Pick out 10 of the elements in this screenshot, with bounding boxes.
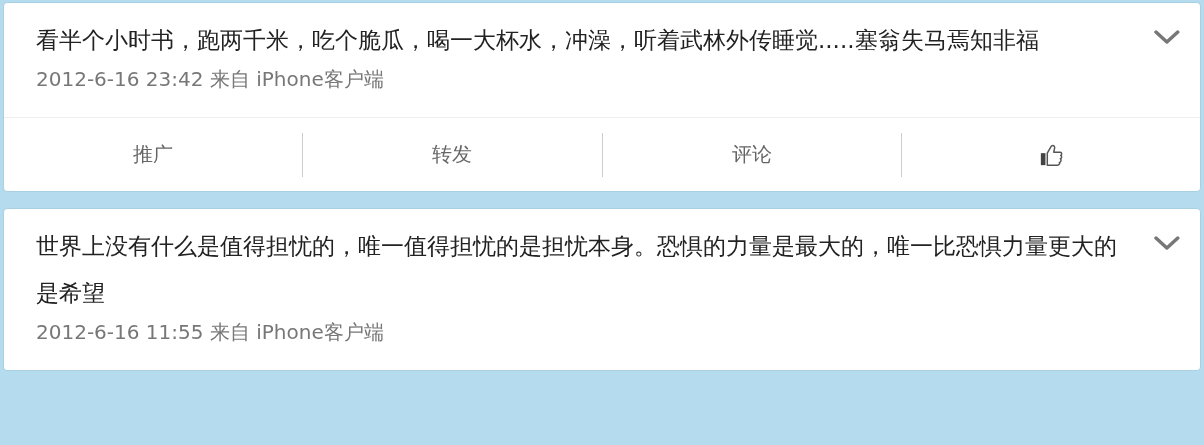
post-text: 世界上没有什么是值得担忧的，唯一值得担忧的是担忧本身。恐惧的力量是最大的，唯一比恐惧力量更大的是希望 bbox=[36, 232, 1118, 308]
action-button[interactable]: 转发 bbox=[302, 132, 602, 177]
post-meta: 2012-6-16 11:55 来自 iPhone客户端 bbox=[36, 319, 385, 346]
thumbs-up-icon[interactable] bbox=[1038, 142, 1063, 167]
chevron-down-icon[interactable] bbox=[1154, 29, 1180, 45]
action-button[interactable]: 评论 bbox=[601, 132, 901, 177]
action-button[interactable]: 推广 bbox=[4, 132, 303, 177]
chevron-down-icon[interactable] bbox=[1154, 235, 1180, 251]
post-text: 看半个小时书，跑两千米，吃个脆瓜，喝一大杯水，冲澡，听着武林外传睡觉.....塞翁失马焉知非福 bbox=[36, 26, 1040, 55]
post-meta: 2012-6-16 23:42 来自 iPhone客户端 bbox=[36, 66, 385, 93]
